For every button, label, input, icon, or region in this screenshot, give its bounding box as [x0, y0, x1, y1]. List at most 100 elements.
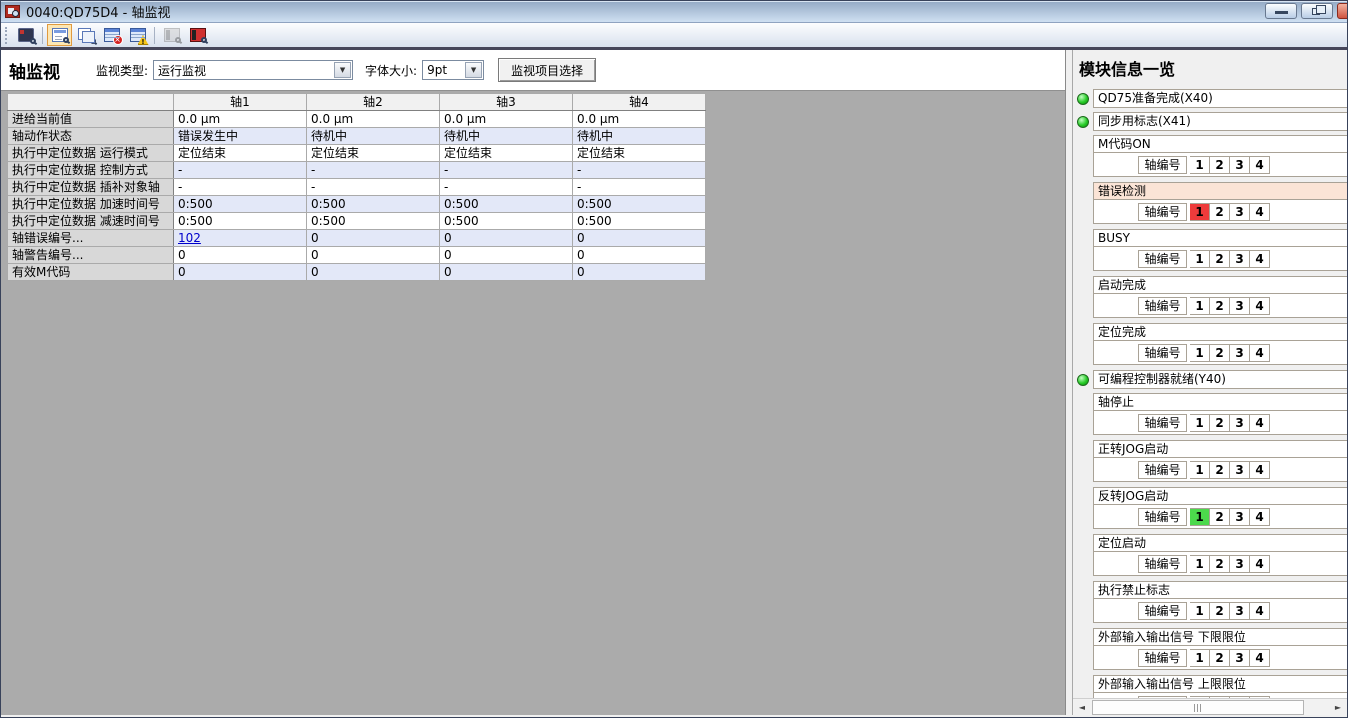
axis-flag-section: 启动完成轴编号1234	[1093, 276, 1347, 318]
axis-number-label: 轴编号	[1138, 649, 1187, 667]
value-cell: 定位结束	[174, 145, 307, 162]
chevron-down-icon[interactable]: ▼	[334, 62, 351, 78]
value-cell: 0	[307, 264, 440, 281]
axis-flag-row: 轴编号1234	[1094, 341, 1347, 364]
monitor-view-button[interactable]	[47, 24, 72, 46]
close-button[interactable]	[1337, 3, 1347, 19]
flag-section-label: 启动完成	[1094, 277, 1347, 294]
value-cell: 错误发生中	[174, 128, 307, 145]
magnifier-icon	[90, 38, 96, 44]
axis-flag-cell: 2	[1210, 250, 1230, 268]
toolbar-grip[interactable]	[5, 27, 8, 44]
axis-flag-cell: 1	[1190, 156, 1210, 174]
scroll-right-icon[interactable]: ►	[1330, 700, 1346, 715]
axis-number-label: 轴编号	[1138, 555, 1187, 573]
error-badge-icon: ×	[113, 35, 123, 45]
axis-monitor-table: 轴1轴2轴3轴4 进给当前值0.0 µm0.0 µm0.0 µm0.0 µm轴动…	[7, 93, 706, 281]
value-cell: -	[174, 179, 307, 196]
axis-flag-cell: 4	[1250, 250, 1270, 268]
value-cell: 0	[573, 247, 706, 264]
scrollbar-thumb[interactable]	[1092, 700, 1304, 715]
value-cell: -	[440, 162, 573, 179]
axis-flag-cell: 4	[1250, 297, 1270, 315]
flag-section-label: 反转JOG启动	[1094, 488, 1347, 505]
axis-flag-row: 轴编号1234	[1094, 599, 1347, 622]
axis-monitor-button[interactable]	[13, 24, 38, 46]
minimize-button[interactable]	[1265, 3, 1297, 19]
axis-number-label: 轴编号	[1138, 461, 1187, 479]
axis-flag-cell: 3	[1230, 602, 1250, 620]
status-led-icon	[1077, 116, 1089, 128]
flag-section-label: 外部输入输出信号 下限限位	[1094, 629, 1347, 646]
font-size-select[interactable]: 9pt ▼	[422, 60, 484, 80]
flag-section-label: M代码ON	[1094, 136, 1347, 153]
axis-flag-cell: 3	[1230, 344, 1250, 362]
signal-label: 可编程控制器就绪(Y40)	[1093, 370, 1347, 389]
error-table-icon: ×	[104, 28, 120, 42]
flag-section-label: 定位完成	[1094, 324, 1347, 341]
axis-number-label: 轴编号	[1138, 156, 1187, 174]
warning-list-button[interactable]: !	[125, 24, 150, 46]
warning-badge-icon: !	[138, 35, 149, 45]
value-cell: -	[307, 179, 440, 196]
page-title: 轴监视	[9, 58, 60, 83]
axis-flag-cell: 3	[1230, 297, 1250, 315]
monitor-cascade-button[interactable]	[73, 24, 98, 46]
axis-error-number-link[interactable]: 102	[178, 231, 201, 245]
value-cell: 0:500	[307, 213, 440, 230]
axis-flag-cell: 1	[1190, 555, 1210, 573]
axis-flag-row: 轴编号1234	[1094, 411, 1347, 434]
table-row: 执行中定位数据 减速时间号0:5000:5000:5000:500	[8, 213, 706, 230]
header-row: 轴1轴2轴3轴4	[8, 94, 706, 111]
value-cell: 0:500	[174, 196, 307, 213]
value-cell: 0	[174, 247, 307, 264]
row-label: 执行中定位数据 控制方式	[8, 162, 174, 179]
value-cell: 0	[174, 264, 307, 281]
table-row: 进给当前值0.0 µm0.0 µm0.0 µm0.0 µm	[8, 111, 706, 128]
toolbar-separator	[42, 27, 43, 44]
value-cell: 0	[307, 230, 440, 247]
module-signal-item: QD75准备完成(X40)	[1075, 89, 1347, 108]
module-monitor-button	[159, 24, 184, 46]
chevron-down-icon[interactable]: ▼	[465, 62, 482, 78]
axis-number-label: 轴编号	[1138, 203, 1187, 221]
value-cell: 待机中	[440, 128, 573, 145]
restore-button[interactable]	[1301, 3, 1333, 19]
module-info-panel: 模块信息一览 QD75准备完成(X40)同步用标志(X41)M代码ON轴编号12…	[1072, 50, 1347, 715]
flag-section-label: 执行禁止标志	[1094, 582, 1347, 599]
magnifier-icon	[175, 37, 181, 43]
axis-flag-cell: 1	[1190, 344, 1210, 362]
font-size-value: 9pt	[427, 63, 447, 77]
axis-flag-section: 错误检测轴编号1234	[1093, 182, 1347, 224]
axis-flag-cell: 2	[1210, 461, 1230, 479]
select-monitor-items-button[interactable]: 监视项目选择	[498, 58, 596, 82]
module-monitor-stop-button[interactable]	[185, 24, 210, 46]
flag-section-label: 外部输入输出信号 上限限位	[1094, 676, 1347, 693]
axis-column-header: 轴1	[174, 94, 307, 111]
axis-number-label: 轴编号	[1138, 602, 1187, 620]
value-cell: 0	[573, 230, 706, 247]
monitor-type-select[interactable]: 运行监视 ▼	[153, 60, 353, 80]
monitor-cascade-icon	[78, 28, 94, 42]
flag-section-label: BUSY	[1094, 230, 1347, 247]
row-label: 进给当前值	[8, 111, 174, 128]
axis-flag-cell: 4	[1250, 602, 1270, 620]
value-cell: 0.0 µm	[573, 111, 706, 128]
scroll-left-icon[interactable]: ◄	[1074, 700, 1090, 715]
axis-flag-cell: 1	[1190, 250, 1210, 268]
monitor-type-label: 监视类型:	[96, 62, 148, 79]
titlebar[interactable]: 0040:QD75D4 - 轴监视	[1, 1, 1347, 23]
axis-flag-section: 反转JOG启动轴编号1234	[1093, 487, 1347, 529]
warning-table-icon: !	[130, 28, 146, 42]
error-list-button[interactable]: ×	[99, 24, 124, 46]
horizontal-scrollbar[interactable]: ◄ ►	[1073, 698, 1347, 715]
axis-flag-cell: 4	[1250, 649, 1270, 667]
row-label: 执行中定位数据 加速时间号	[8, 196, 174, 213]
axis-flag-row: 轴编号1234	[1094, 247, 1347, 270]
row-label: 轴动作状态	[8, 128, 174, 145]
axis-flag-row: 轴编号1234	[1094, 153, 1347, 176]
value-cell: -	[573, 162, 706, 179]
flag-section-label: 定位启动	[1094, 535, 1347, 552]
axis-flag-section: 正转JOG启动轴编号1234	[1093, 440, 1347, 482]
module-signal-item: 同步用标志(X41)	[1075, 112, 1347, 131]
